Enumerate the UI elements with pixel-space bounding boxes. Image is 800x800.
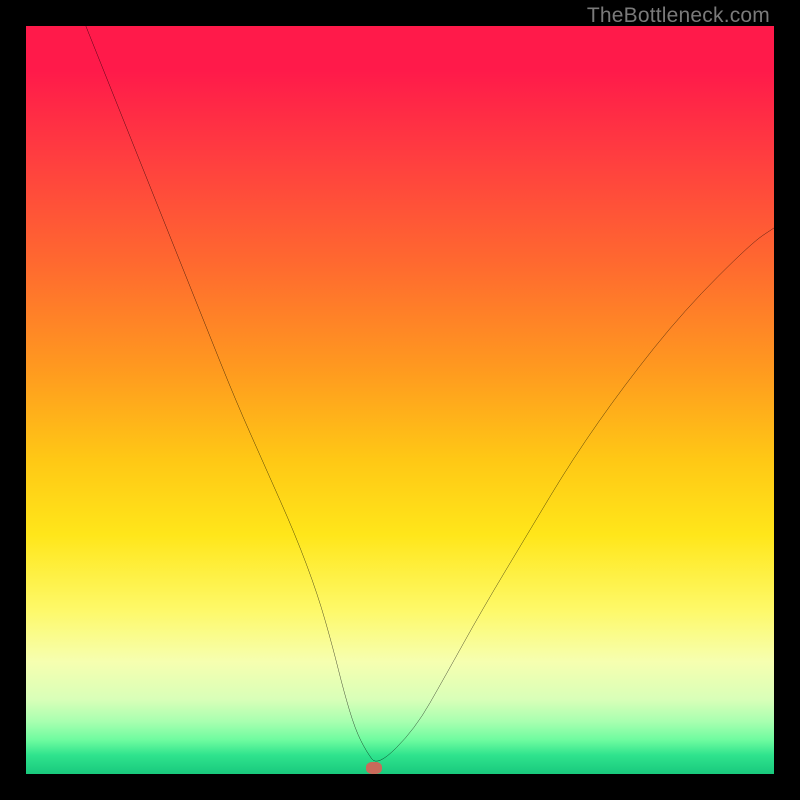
minimum-marker bbox=[366, 762, 382, 774]
bottleneck-curve bbox=[26, 26, 774, 774]
chart-frame: TheBottleneck.com bbox=[0, 0, 800, 800]
curve-path bbox=[86, 26, 774, 761]
plot-area bbox=[26, 26, 774, 774]
watermark-text: TheBottleneck.com bbox=[587, 4, 770, 28]
